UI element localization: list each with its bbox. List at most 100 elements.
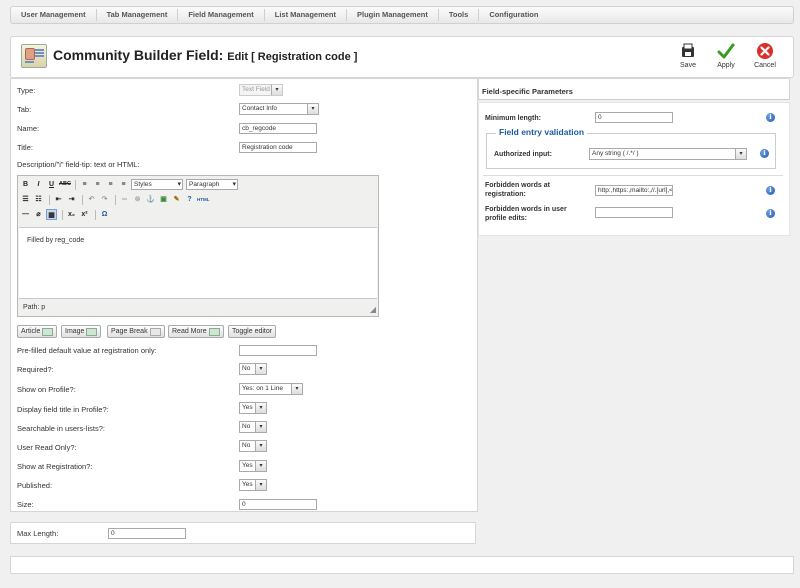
- toolbar-separator: [62, 209, 63, 220]
- superscript-icon[interactable]: x²: [79, 209, 90, 220]
- tab-underline: [478, 99, 790, 100]
- toggle-editor-button[interactable]: Toggle editor: [228, 325, 277, 338]
- forbidden-edit-input[interactable]: [595, 207, 673, 218]
- unlink-icon[interactable]: ⊗: [132, 194, 143, 205]
- forbidden-registration-input[interactable]: http:,https:,mailto:,//.[url],<a,</a: [595, 185, 673, 196]
- max-length-input[interactable]: 0: [108, 528, 186, 539]
- help-icon[interactable]: ?: [184, 194, 195, 205]
- html-source-icon[interactable]: HTML: [197, 194, 210, 205]
- size-input[interactable]: 0: [239, 499, 317, 510]
- format-select[interactable]: Paragraph: [186, 179, 238, 190]
- bullet-list-icon[interactable]: ☰: [20, 194, 31, 205]
- authorized-input-value: Any string ( /.*/ ): [592, 150, 639, 157]
- bold-button[interactable]: B: [20, 179, 31, 190]
- numbered-list-icon[interactable]: ☷: [33, 194, 44, 205]
- toolbar-separator: [75, 179, 76, 190]
- editor-path: Path: p: [23, 304, 46, 311]
- toolbar-separator: [82, 194, 83, 205]
- published-select[interactable]: Yes ▾: [239, 479, 267, 491]
- special-char-icon[interactable]: Ω: [99, 209, 110, 220]
- menu-plugin-management[interactable]: Plugin Management: [347, 9, 439, 21]
- italic-button[interactable]: I: [33, 179, 44, 190]
- tab-select[interactable]: Contact Info ▾: [239, 103, 319, 115]
- outdent-icon[interactable]: ⇤: [53, 194, 64, 205]
- required-select[interactable]: No ▾: [239, 363, 267, 375]
- align-justify-icon[interactable]: ≡: [118, 179, 129, 190]
- forbidden-registration-label: Forbidden words at registration:: [485, 181, 550, 199]
- info-icon[interactable]: i: [766, 186, 775, 195]
- title-input[interactable]: Registration code: [239, 142, 317, 153]
- forbidden-registration-label-line-2: registration:: [485, 191, 526, 198]
- anchor-icon[interactable]: ⚓: [145, 194, 156, 205]
- align-left-icon[interactable]: ≡: [79, 179, 90, 190]
- read-more-button[interactable]: Read More: [168, 325, 224, 338]
- menu-field-management[interactable]: Field Management: [178, 9, 265, 21]
- display-title-select[interactable]: Yes ▾: [239, 402, 267, 414]
- tab-value: Contact Info: [242, 105, 278, 112]
- menu-user-management[interactable]: User Management: [11, 9, 97, 21]
- subscript-icon[interactable]: x₂: [66, 209, 77, 220]
- read-more-icon: [208, 327, 220, 336]
- article-icon: [42, 327, 54, 336]
- cleanup-icon[interactable]: ✎: [171, 194, 182, 205]
- align-right-icon[interactable]: ≡: [105, 179, 116, 190]
- menu-tools[interactable]: Tools: [439, 9, 480, 21]
- article-button[interactable]: Article: [17, 325, 58, 338]
- menu-configuration[interactable]: Configuration: [479, 9, 548, 21]
- show-reg-select[interactable]: Yes ▾: [239, 460, 267, 472]
- insert-image-icon[interactable]: ▣: [158, 194, 169, 205]
- published-value: Yes: [242, 481, 253, 488]
- editor-toolbar-row-2: ☰ ☷ ⇤ ⇥ ↶ ↷ ∞ ⊗ ⚓ ▣ ✎ ? HTML: [20, 193, 210, 206]
- visual-aid-icon[interactable]: ▦: [46, 209, 57, 220]
- remove-format-icon[interactable]: ⌀: [33, 209, 44, 220]
- type-value: Text Field: [242, 86, 270, 93]
- display-title-value: Yes: [242, 404, 253, 411]
- cancel-button[interactable]: Cancel: [750, 42, 780, 69]
- chevron-down-icon: ▾: [255, 364, 266, 374]
- align-center-icon[interactable]: ≡: [92, 179, 103, 190]
- info-icon[interactable]: i: [766, 209, 775, 218]
- resize-handle-icon[interactable]: ◢: [370, 305, 376, 314]
- image-button[interactable]: Image: [61, 325, 102, 338]
- underline-button[interactable]: U: [46, 179, 57, 190]
- info-icon[interactable]: i: [766, 113, 775, 122]
- min-length-input[interactable]: 0: [595, 112, 673, 123]
- toggle-editor-button-label: Toggle editor: [232, 328, 273, 335]
- chevron-down-icon: ▾: [255, 441, 266, 451]
- toolbar-separator: [49, 194, 50, 205]
- show-profile-select[interactable]: Yes: on 1 Line ▾: [239, 383, 303, 395]
- undo-icon[interactable]: ↶: [86, 194, 97, 205]
- format-select-label: Paragraph: [189, 181, 220, 188]
- validation-fieldset: Field entry validation Authorized input:…: [486, 127, 776, 169]
- validation-legend: Field entry validation: [496, 127, 588, 137]
- read-more-button-label: Read More: [172, 328, 207, 335]
- tab-field-specific-parameters[interactable]: Field-specific Parameters: [478, 78, 790, 100]
- info-icon[interactable]: i: [760, 149, 769, 158]
- indent-icon[interactable]: ⇥: [66, 194, 77, 205]
- styles-select[interactable]: Styles: [131, 179, 183, 190]
- horizontal-rule-icon[interactable]: —: [20, 209, 31, 220]
- name-input[interactable]: cb_regcode: [239, 123, 317, 134]
- authorized-input-select[interactable]: Any string ( /.*/ ) ▾: [589, 148, 747, 160]
- readonly-select[interactable]: No ▾: [239, 440, 267, 452]
- prefilled-input[interactable]: [239, 345, 317, 356]
- save-button[interactable]: Save: [673, 42, 703, 69]
- page-break-button[interactable]: Page Break: [107, 325, 165, 338]
- searchable-select[interactable]: No ▾: [239, 421, 267, 433]
- menu-tab-management[interactable]: Tab Management: [97, 9, 179, 21]
- footer-bar: [10, 556, 794, 574]
- show-reg-label: Show at Registration?:: [17, 462, 93, 471]
- menu-list-management[interactable]: List Management: [265, 9, 348, 21]
- editor-content-area[interactable]: Filled by reg_code: [19, 227, 377, 299]
- apply-button[interactable]: Apply: [711, 42, 741, 69]
- strikethrough-button[interactable]: ABC: [59, 179, 71, 190]
- required-label: Required?:: [17, 365, 54, 374]
- redo-icon[interactable]: ↷: [99, 194, 110, 205]
- link-icon[interactable]: ∞: [119, 194, 130, 205]
- user-card-icon: [21, 44, 47, 68]
- show-profile-label: Show on Profile?:: [17, 385, 76, 394]
- divider: [483, 175, 783, 176]
- toolbar-separator: [95, 209, 96, 220]
- styles-select-label: Styles: [134, 181, 152, 188]
- type-select: Text Field ▾: [239, 84, 283, 96]
